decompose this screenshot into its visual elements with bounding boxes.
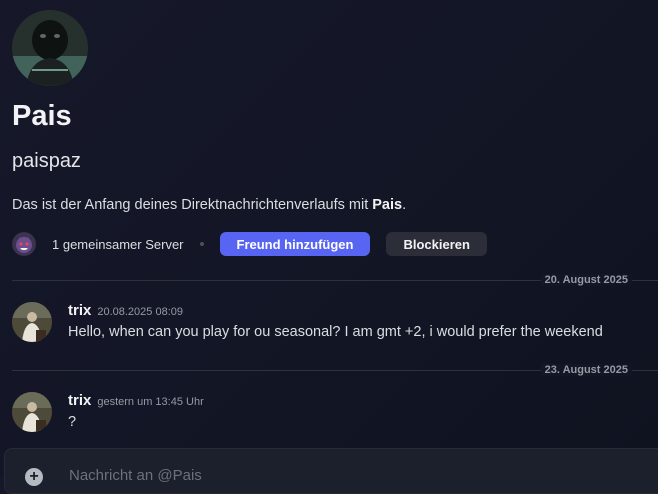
message-content: ? (68, 414, 77, 430)
message-author-avatar[interactable] (12, 392, 52, 432)
server-icon[interactable] (12, 232, 36, 256)
add-friend-button[interactable]: Freund hinzufügen (219, 232, 371, 256)
intro-prefix: Das ist der Anfang deines Direktnachrich… (12, 197, 373, 213)
dm-intro-text: Das ist der Anfang deines Direktnachrich… (12, 197, 406, 213)
message-content: Hello, when can you play for ou seasonal… (68, 324, 603, 340)
message-author[interactable]: trix (68, 392, 91, 409)
message-author-avatar[interactable] (12, 302, 52, 342)
date-divider-label: 23. August 2025 (540, 364, 632, 376)
profile-display-name: Pais (12, 100, 72, 132)
mutual-servers-row: 1 gemeinsamer Server Freund hinzufügen B… (12, 232, 487, 256)
profile-username: paispaz (12, 150, 81, 172)
message-header: trix 20.08.2025 08:09 (68, 302, 183, 320)
date-divider: 20. August 2025 (12, 274, 658, 286)
intro-suffix: . (402, 197, 407, 213)
block-button[interactable]: Blockieren (386, 232, 487, 256)
message-input[interactable] (69, 463, 569, 487)
intro-name: Pais (372, 197, 403, 213)
date-divider: 23. August 2025 (12, 364, 658, 376)
plus-circle-icon[interactable]: + (25, 468, 43, 486)
message-timestamp: gestern um 13:45 Uhr (97, 396, 204, 408)
message-author[interactable]: trix (68, 302, 91, 319)
profile-avatar[interactable] (12, 10, 88, 86)
message-header: trix gestern um 13:45 Uhr (68, 392, 204, 410)
mutual-servers-link[interactable]: 1 gemeinsamer Server (52, 237, 184, 252)
date-divider-label: 20. August 2025 (540, 274, 632, 286)
message-composer: + (4, 448, 658, 494)
separator-dot (199, 242, 204, 246)
message-timestamp: 20.08.2025 08:09 (97, 306, 183, 318)
